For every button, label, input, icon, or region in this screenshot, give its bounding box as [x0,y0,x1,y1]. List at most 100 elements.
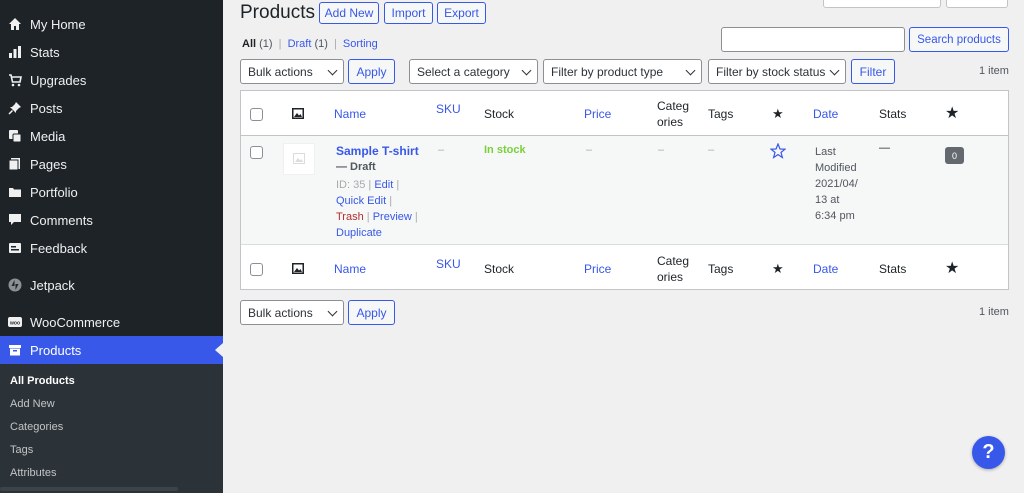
select-all-checkbox-footer[interactable] [250,263,263,276]
product-type-label: Filter by product type [551,64,664,79]
row-action-separator: | [414,211,418,223]
select-all-checkbox[interactable] [250,108,263,121]
chevron-down-icon [521,65,532,76]
submenu-add-new[interactable]: Add New [10,398,55,410]
submenu-tags[interactable]: Tags [10,444,33,456]
quick-edit-link[interactable]: Quick Edit [336,195,386,207]
submenu-attributes[interactable]: Attributes [10,467,56,479]
row-checkbox[interactable] [250,146,263,159]
view-all[interactable]: All [242,38,256,50]
comment-icon [8,213,22,227]
sidebar-item-woocommerce[interactable]: woo WooCommerce [0,308,223,336]
row-actions: ID: 35 | Edit | Quick Edit | Trash | Pre… [336,177,426,241]
edit-link[interactable]: Edit [374,179,393,191]
subsubsub-views: All (1) | Draft (1) | Sorting [242,38,378,50]
sku-value: – [438,144,445,156]
export-button[interactable]: Export [437,2,486,24]
item-count-bottom: 1 item [979,306,1009,318]
product-title-link[interactable]: Sample T-shirt [336,144,419,158]
column-stock: Stock [484,107,515,121]
column-name-sort[interactable]: Name [334,107,366,121]
sidebar-item-media[interactable]: Media [0,122,223,150]
column-stats: Stats [879,262,907,276]
table-footer-row: Name SKU Stock Price Categ ories Tags ★ … [241,246,1008,290]
submenu-categories[interactable]: Categories [10,421,63,433]
stock-status-select[interactable]: Filter by stock status [708,59,846,84]
search-input[interactable] [721,27,905,52]
stats-icon [8,45,22,59]
page-title: Products [240,2,315,23]
filter-button[interactable]: Filter [851,59,895,84]
help-tab[interactable] [946,0,1008,8]
sidebar-scrollbar[interactable] [0,487,178,491]
chevron-down-icon [327,65,338,76]
search-products-button[interactable]: Search products [909,27,1009,52]
view-draft-count: (1) [314,38,328,50]
table-row: Sample T-shirt — Draft ID: 35 | Edit | Q… [241,136,1008,245]
pin-icon [8,101,22,115]
chevron-down-icon [685,65,696,76]
sidebar-item-my-home[interactable]: My Home [0,10,223,38]
screen-options-tab[interactable] [823,0,941,8]
featured-star-icon[interactable]: ★ [772,106,784,122]
date-line-1: Last [815,146,836,158]
preview-link[interactable]: Preview [373,211,412,223]
column-categories-line1: Categ [657,254,690,268]
column-sku-sort[interactable]: SKU [436,102,461,116]
featured-toggle-star-icon[interactable] [769,142,787,162]
products-table: Name SKU Stock Price Categ ories Tags ★ … [240,90,1009,290]
jetpack-icon [8,278,22,292]
featured-star-icon[interactable]: ★ [772,261,784,277]
table-header-row: Name SKU Stock Price Categ ories Tags ★ … [241,91,1008,136]
help-button[interactable]: ? [972,436,1005,469]
sidebar-item-posts[interactable]: Posts [0,94,223,122]
archive-icon [8,343,22,357]
column-name-sort[interactable]: Name [334,262,366,276]
view-draft[interactable]: Draft [288,38,312,50]
bulk-actions-label: Bulk actions [248,64,313,79]
column-price-sort[interactable]: Price [584,107,611,121]
product-thumbnail[interactable] [283,143,315,175]
sidebar-item-portfolio[interactable]: Portfolio [0,178,223,206]
product-id: ID: 35 [336,179,366,191]
column-stock: Stock [484,262,515,276]
sidebar-item-upgrades[interactable]: Upgrades [0,66,223,94]
bulk-actions-select-bottom[interactable]: Bulk actions [240,300,344,325]
duplicate-link[interactable]: Duplicate [336,227,382,239]
column-sku-sort[interactable]: SKU [436,257,461,271]
add-new-button[interactable]: Add New [319,2,379,24]
category-select[interactable]: Select a category [409,59,538,84]
column-categories-line2: ories [657,115,684,129]
column-date-sort[interactable]: Date [813,262,838,276]
sidebar-item-feedback[interactable]: Feedback [0,234,223,262]
submenu-all-products[interactable]: All Products [10,375,75,387]
sidebar-item-stats[interactable]: Stats [0,38,223,66]
sidebar-item-jetpack[interactable]: Jetpack [0,271,223,299]
feedback-icon [8,241,22,255]
count-badge[interactable]: 0 [945,147,964,164]
view-separator: | [333,38,337,50]
import-button[interactable]: Import [384,2,433,24]
bulk-actions-select-top[interactable]: Bulk actions [240,59,344,84]
view-separator: | [278,38,282,50]
svg-text:woo: woo [9,320,20,326]
column-date-sort[interactable]: Date [813,107,838,121]
wpcom-star-icon: ★ [945,260,960,277]
price-value: – [586,144,593,156]
apply-button-top[interactable]: Apply [348,59,395,84]
bulk-actions-label: Bulk actions [248,305,313,320]
date-value: Last Modified 2021/04/ 13 at 6:34 pm [815,144,875,224]
view-sorting[interactable]: Sorting [343,38,378,50]
stock-status-label: Filter by stock status [716,64,826,79]
placeholder-image-icon [293,152,305,167]
product-type-select[interactable]: Filter by product type [543,59,702,84]
column-price-sort[interactable]: Price [584,262,611,276]
admin-sidebar: My Home Stats Upgrades Posts Media Pages… [0,0,223,493]
apply-button-bottom[interactable]: Apply [348,300,395,325]
sidebar-item-products[interactable]: Products [0,336,223,364]
sidebar-item-comments[interactable]: Comments [0,206,223,234]
sidebar-item-pages[interactable]: Pages [0,150,223,178]
products-submenu: All Products Add New Categories Tags Att… [0,364,223,493]
media-icon [8,129,22,143]
trash-link[interactable]: Trash [336,211,364,223]
